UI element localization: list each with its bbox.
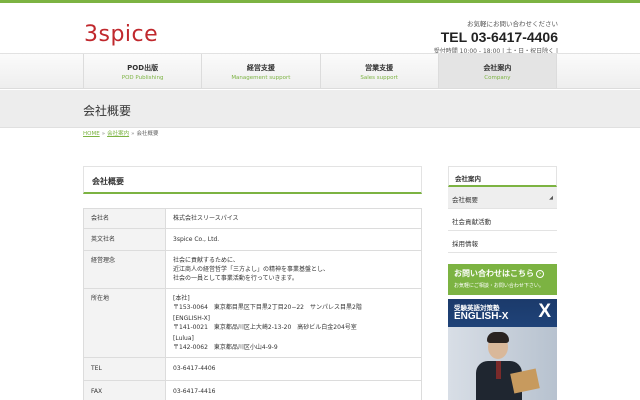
sidebar: 会社案内 会社概要 ◢ 社会貢献活動 採用情報 <box>448 166 557 253</box>
section-heading: 会社概要 <box>83 166 422 194</box>
table-row: 所在地 [本社] 〒153-0064 東京都目黒区下目黒2丁目20−22 サンパレ… <box>83 288 422 358</box>
row-value: [本社] 〒153-0064 東京都目黒区下目黒2丁目20−22 サンパレス目黒2… <box>165 288 422 358</box>
breadcrumb-separator: » <box>101 131 106 137</box>
address-name: [本社] <box>173 295 190 302</box>
top-accent-line <box>0 0 640 3</box>
row-value: 03-6417-4416 <box>165 380 422 400</box>
nav-item-sales[interactable]: 営業支援 Sales support <box>319 54 438 88</box>
nav-label: 営業支援 <box>365 64 394 72</box>
table-row: 英文社名 3spice Co., Ltd. <box>83 228 422 251</box>
nav-label: 経営支援 <box>246 64 275 72</box>
table-row: 会社名 株式会社スリースパイス <box>83 208 422 229</box>
nav-sublabel: Management support <box>231 75 291 81</box>
table-row: TEL 03-6417-4406 <box>83 357 422 381</box>
sidebar-item-company-profile[interactable]: 会社概要 ◢ <box>448 187 557 209</box>
philosophy-line: 社会に貢献するために、 <box>173 257 239 264</box>
row-label: TEL <box>83 357 166 381</box>
nav-sublabel: POD Publishing <box>121 75 164 81</box>
nav-item-pod[interactable]: POD出版 POD Publishing <box>83 54 201 88</box>
nav-label: POD出版 <box>127 64 159 72</box>
sidebar-item-recruitment[interactable]: 採用情報 <box>448 231 557 253</box>
breadcrumb-separator: » <box>131 131 135 137</box>
sidebar-item-label: 会社概要 <box>452 196 478 204</box>
sidebar-heading: 会社案内 <box>448 166 557 187</box>
page-title: 会社概要 <box>83 104 132 118</box>
breadcrumb: HOME» 会社案内» 会社概要 <box>83 129 158 137</box>
main-content: 会社概要 <box>83 166 422 194</box>
company-profile-table: 会社名 株式会社スリースパイス 英文社名 3spice Co., Ltd. 経営… <box>83 208 422 400</box>
row-label: 英文社名 <box>83 228 166 251</box>
english-x-banner[interactable]: 受験英語対策塾 ENGLISH-X X <box>448 299 557 400</box>
contact-lead: お気軽にお問い合わせください <box>467 20 558 28</box>
row-value: 株式会社スリースパイス <box>165 208 422 229</box>
contact-banner[interactable]: お問い合わせはこちら › お気軽にご相談・お問い合わせ下さい。 <box>448 264 557 295</box>
x-logo-icon: X <box>538 301 551 322</box>
philosophy-line: 社会の一員として事業活動を行っていきます。 <box>173 275 298 282</box>
row-label: FAX <box>83 380 166 400</box>
sidebar-item-label: 採用情報 <box>452 240 478 248</box>
person-hair <box>487 332 509 343</box>
sidebar-item-social-contribution[interactable]: 社会貢献活動 <box>448 209 557 231</box>
header-tel: TEL 03-6417-4406 <box>440 29 558 45</box>
contact-banner-title: お問い合わせはこちら <box>454 269 534 278</box>
page-title-band: 会社概要 <box>0 90 640 128</box>
table-row: FAX 03-6417-4416 <box>83 380 422 400</box>
address-value: 〒141-0021 東京都品川区上大崎2-13-20 高砂ビル白金204号室 <box>173 324 357 331</box>
row-value: 3spice Co., Ltd. <box>165 228 422 251</box>
address-value: 〒153-0064 東京都目黒区下目黒2丁目20−22 サンパレス目黒2階 <box>173 304 362 311</box>
contact-banner-subtitle: お気軽にご相談・お問い合わせ下さい。 <box>454 283 544 289</box>
english-banner-brand: ENGLISH-X <box>454 311 509 322</box>
breadcrumb-current: 会社概要 <box>136 131 159 137</box>
nav-label: 会社案内 <box>483 64 512 72</box>
row-label: 所在地 <box>83 288 166 358</box>
nav-item-management[interactable]: 経営支援 Management support <box>201 54 319 88</box>
header-contact: お気軽にお問い合わせください TEL 03-6417-4406 受付時間 10:… <box>434 18 558 55</box>
site-logo[interactable]: 3spice <box>84 22 158 47</box>
arrow-circle-icon: › <box>536 270 544 278</box>
row-value: 03-6417-4406 <box>165 357 422 381</box>
address-value: 〒142-0062 東京都品川区小山4-9-9 <box>173 344 278 351</box>
address-name: [ENGLISH-X] <box>173 315 211 322</box>
table-row: 経営理念 社会に貢献するために、 近江商人の経営哲学「三方よし」の精神を事業基盤… <box>83 250 422 289</box>
global-nav: POD出版 POD Publishing 経営支援 Management sup… <box>0 53 640 89</box>
sidebar-item-label: 社会貢献活動 <box>452 218 491 226</box>
person-tie <box>496 361 501 379</box>
nav-item-company[interactable]: 会社案内 Company <box>437 54 557 88</box>
row-label: 経営理念 <box>83 250 166 289</box>
corner-arrow-icon: ◢ <box>549 195 553 201</box>
breadcrumb-parent-link[interactable]: 会社案内 <box>107 131 129 137</box>
nav-sublabel: Company <box>484 75 511 81</box>
row-value: 社会に貢献するために、 近江商人の経営哲学「三方よし」の精神を事業基盤とし、 社… <box>165 250 422 289</box>
address-name: [Lulua] <box>173 335 194 342</box>
row-label: 会社名 <box>83 208 166 229</box>
philosophy-line: 近江商人の経営哲学「三方よし」の精神を事業基盤とし、 <box>173 266 330 273</box>
breadcrumb-home-link[interactable]: HOME <box>83 131 100 137</box>
nav-sublabel: Sales support <box>360 75 398 81</box>
